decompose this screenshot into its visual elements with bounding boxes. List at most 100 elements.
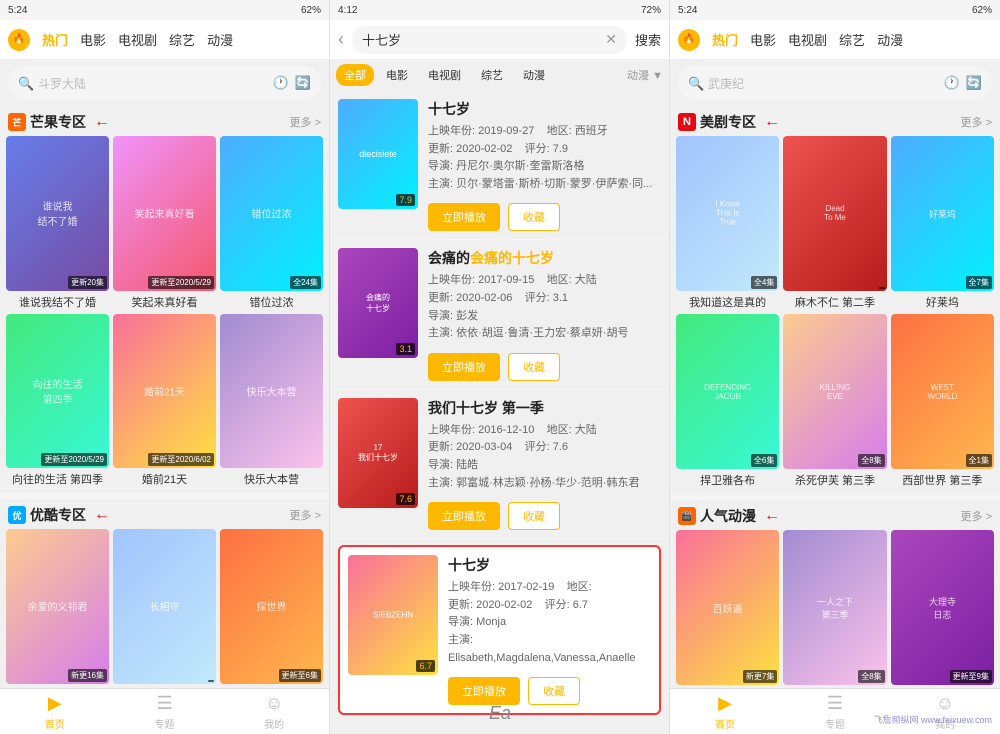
right-nav-variety[interactable]: 综艺 [839,30,865,49]
play-button-3[interactable]: 立即播放 [428,502,500,530]
left-nav-tv[interactable]: 电视剧 [118,30,157,49]
collect-button-4[interactable]: 收藏 [528,677,580,705]
left-scroll-content: 芒 芒果专区 ← 更多 > 更新20集 谁说我结不了婚 谁说我结不了婚 [0,106,329,688]
netflix-title-5: 杀死伊芙 第三季 [783,472,886,488]
search-result-4-highlighted[interactable]: SIEBZEHN 6.7 十七岁 上映年份: 2017-02-19 地区: 更新… [338,545,661,715]
left-nav-hot[interactable]: 热门 [42,30,68,49]
search-button[interactable]: 搜索 [635,30,661,49]
result-actions-1: 立即播放 收藏 [428,203,661,231]
right-search-bar[interactable]: 🔍 武庚纪 🕐 🔄 [678,66,992,100]
right-nav-topics[interactable]: ☰ 专题 [780,693,890,731]
right-nav-anime[interactable]: 动漫 [877,30,903,49]
list-item[interactable]: 长相守 长相守 [113,529,216,688]
movie-title-5: 婚前21天 [113,471,216,487]
collect-button-2[interactable]: 收藏 [508,353,560,381]
left-nav-profile[interactable]: ☺ 我的 [219,693,329,731]
result-title-1: 十七岁 [428,99,661,119]
filter-tab-tv[interactable]: 电视剧 [420,64,469,86]
list-item[interactable]: 全6集 DEFENDINGJACOB 捍卫雅各布 [676,314,779,488]
result-info-4: 十七岁 上映年份: 2017-02-19 地区: 更新: 2020-02-02 … [448,555,651,705]
list-item[interactable]: 全8集 KILLINGEVE 杀死伊芙 第三季 [783,314,886,488]
list-item[interactable]: 更新至2020/5/29 向往的生活第四季 向往的生活 第四季 [6,314,109,488]
mango-logo: 芒 [8,113,26,131]
left-nav-logo: 🔥 [8,29,30,51]
right-nav-tv[interactable]: 电视剧 [788,30,827,49]
middle-search-input[interactable]: 十七岁 ✕ [352,26,627,54]
left-time: 5:24 [8,5,27,16]
netflix-badge-5: 全8集 [858,454,884,467]
list-item[interactable]: 全8集 一人之下第三季 一人之下 第三季 [783,530,886,688]
youku-more-btn[interactable]: 更多 > [290,507,321,523]
right-nav-home[interactable]: ▶ 首页 [670,693,780,731]
result-thumb-3: 17我们十七岁 7.6 [338,398,418,508]
netflix-badge-3: 全7集 [966,276,992,289]
play-button-4[interactable]: 立即播放 [448,677,520,705]
collect-button-1[interactable]: 收藏 [508,203,560,231]
filter-dropdown[interactable]: 动漫 ▼ [627,67,663,83]
anime-title-text: 人气动漫 [700,506,756,526]
search-result-1[interactable]: diecisiete 7.9 十七岁 上映年份: 2019-09-27 地区: … [330,91,669,240]
filter-tab-movie[interactable]: 电影 [378,64,416,86]
left-nav-variety[interactable]: 综艺 [169,30,195,49]
list-item[interactable]: DeadTo Me 麻木不仁 第二季 [783,136,886,310]
right-nav-hot[interactable]: 热门 [712,30,738,49]
play-button-2[interactable]: 立即播放 [428,353,500,381]
list-item[interactable]: 快乐大本营 快乐大本营 [220,314,323,488]
left-nav-anime[interactable]: 动漫 [207,30,233,49]
youku-title-text: 优酷专区 [30,505,86,525]
left-search-bar[interactable]: 🔍 斗罗大陆 🕐 🔄 [8,66,321,100]
list-item[interactable]: 新更16集 亲爱的义祁君 亲爱的义祁君 [6,529,109,688]
right-nav-movie[interactable]: 电影 [750,30,776,49]
topics-icon: ☰ [156,693,172,714]
list-item[interactable]: 全4集 I KnowThis IsTrue 我知道这是真的 [676,136,779,310]
play-button-1[interactable]: 立即播放 [428,203,500,231]
profile-icon: ☺ [265,693,283,714]
right-search-refresh-icon[interactable]: 🔄 [966,75,982,91]
middle-search-top-bar: ‹ 十七岁 ✕ 搜索 [330,20,669,60]
collect-button-3[interactable]: 收藏 [508,502,560,530]
movie-title-6: 快乐大本营 [220,471,323,487]
youku-thumb-3: 更新至6集 探世界 [220,529,323,684]
netflix-logo: N [678,113,696,131]
left-search-history-icon[interactable]: 🕐 [273,75,289,91]
list-item[interactable]: 更新至6集 探世界 探世界 [220,529,323,688]
search-result-2[interactable]: 会痛的十七岁 3.1 会痛的会痛的十七岁 上映年份: 2017-09-15 地区… [330,240,669,389]
right-search-placeholder: 武庚纪 [708,75,938,92]
result-title-4: 十七岁 [448,555,651,575]
movie-title-1: 谁说我结不了婚 [6,294,109,310]
list-item[interactable]: 更新至2020/5/29 笑起来真好看 笑起来真好看 [113,136,216,310]
result-actions-3: 立即播放 收藏 [428,502,661,530]
search-result-3[interactable]: 17我们十七岁 7.6 我们十七岁 第一季 上映年份: 2016-12-10 地… [330,390,669,539]
anime-more-btn[interactable]: 更多 > [961,508,992,524]
topics-label: 专题 [155,716,175,731]
left-nav-home[interactable]: ▶ 首页 [0,693,110,731]
left-nav-movie[interactable]: 电影 [80,30,106,49]
right-scroll-content: N 美剧专区 ← 更多 > 全4集 I KnowThis IsTrue 我知道这… [670,106,1000,688]
result-actions-2: 立即播放 收藏 [428,353,661,381]
anime-title: 🎬 人气动漫 ← [678,506,780,526]
list-item[interactable]: 全7集 好莱坞 好莱坞 [891,136,994,310]
list-item[interactable]: 更新至9集 大理寺日志 大理寺日志 [891,530,994,688]
filter-tab-anime[interactable]: 动漫 [515,64,553,86]
filter-tab-variety[interactable]: 综艺 [473,64,511,86]
right-panel: 5:24 62% 🔥 热门 电影 电视剧 综艺 动漫 🔍 武庚纪 🕐 🔄 [670,0,1000,734]
list-item[interactable]: 全24集 错位过浓 错位过浓 [220,136,323,310]
netflix-thumb-4: 全6集 DEFENDINGJACOB [676,314,779,469]
list-item[interactable]: 更新20集 谁说我结不了婚 谁说我结不了婚 [6,136,109,310]
netflix-more-btn[interactable]: 更多 > [961,114,992,130]
mango-more-btn[interactable]: 更多 > [290,114,321,130]
back-button[interactable]: ‹ [338,29,344,50]
left-search-refresh-icon[interactable]: 🔄 [295,75,311,91]
right-search-history-icon[interactable]: 🕐 [944,75,960,91]
right-battery: 62% [972,5,992,16]
right-profile-label: 我的 [935,716,955,731]
list-item[interactable]: 更新至2020/6/02 婚前21天 婚前21天 [113,314,216,488]
list-item[interactable]: 全1集 WESTWORLD 西部世界 第三季 [891,314,994,488]
filter-tab-all[interactable]: 全部 [336,64,374,86]
search-clear-icon[interactable]: ✕ [605,31,617,48]
home-icon: ▶ [48,693,62,714]
left-nav-topics[interactable]: ☰ 专题 [110,693,220,731]
right-nav-profile[interactable]: ☺ 我的 [890,693,1000,731]
youku-logo: 优 [8,506,26,524]
list-item[interactable]: 新更7集 百妖谱 百妖谱 [676,530,779,688]
